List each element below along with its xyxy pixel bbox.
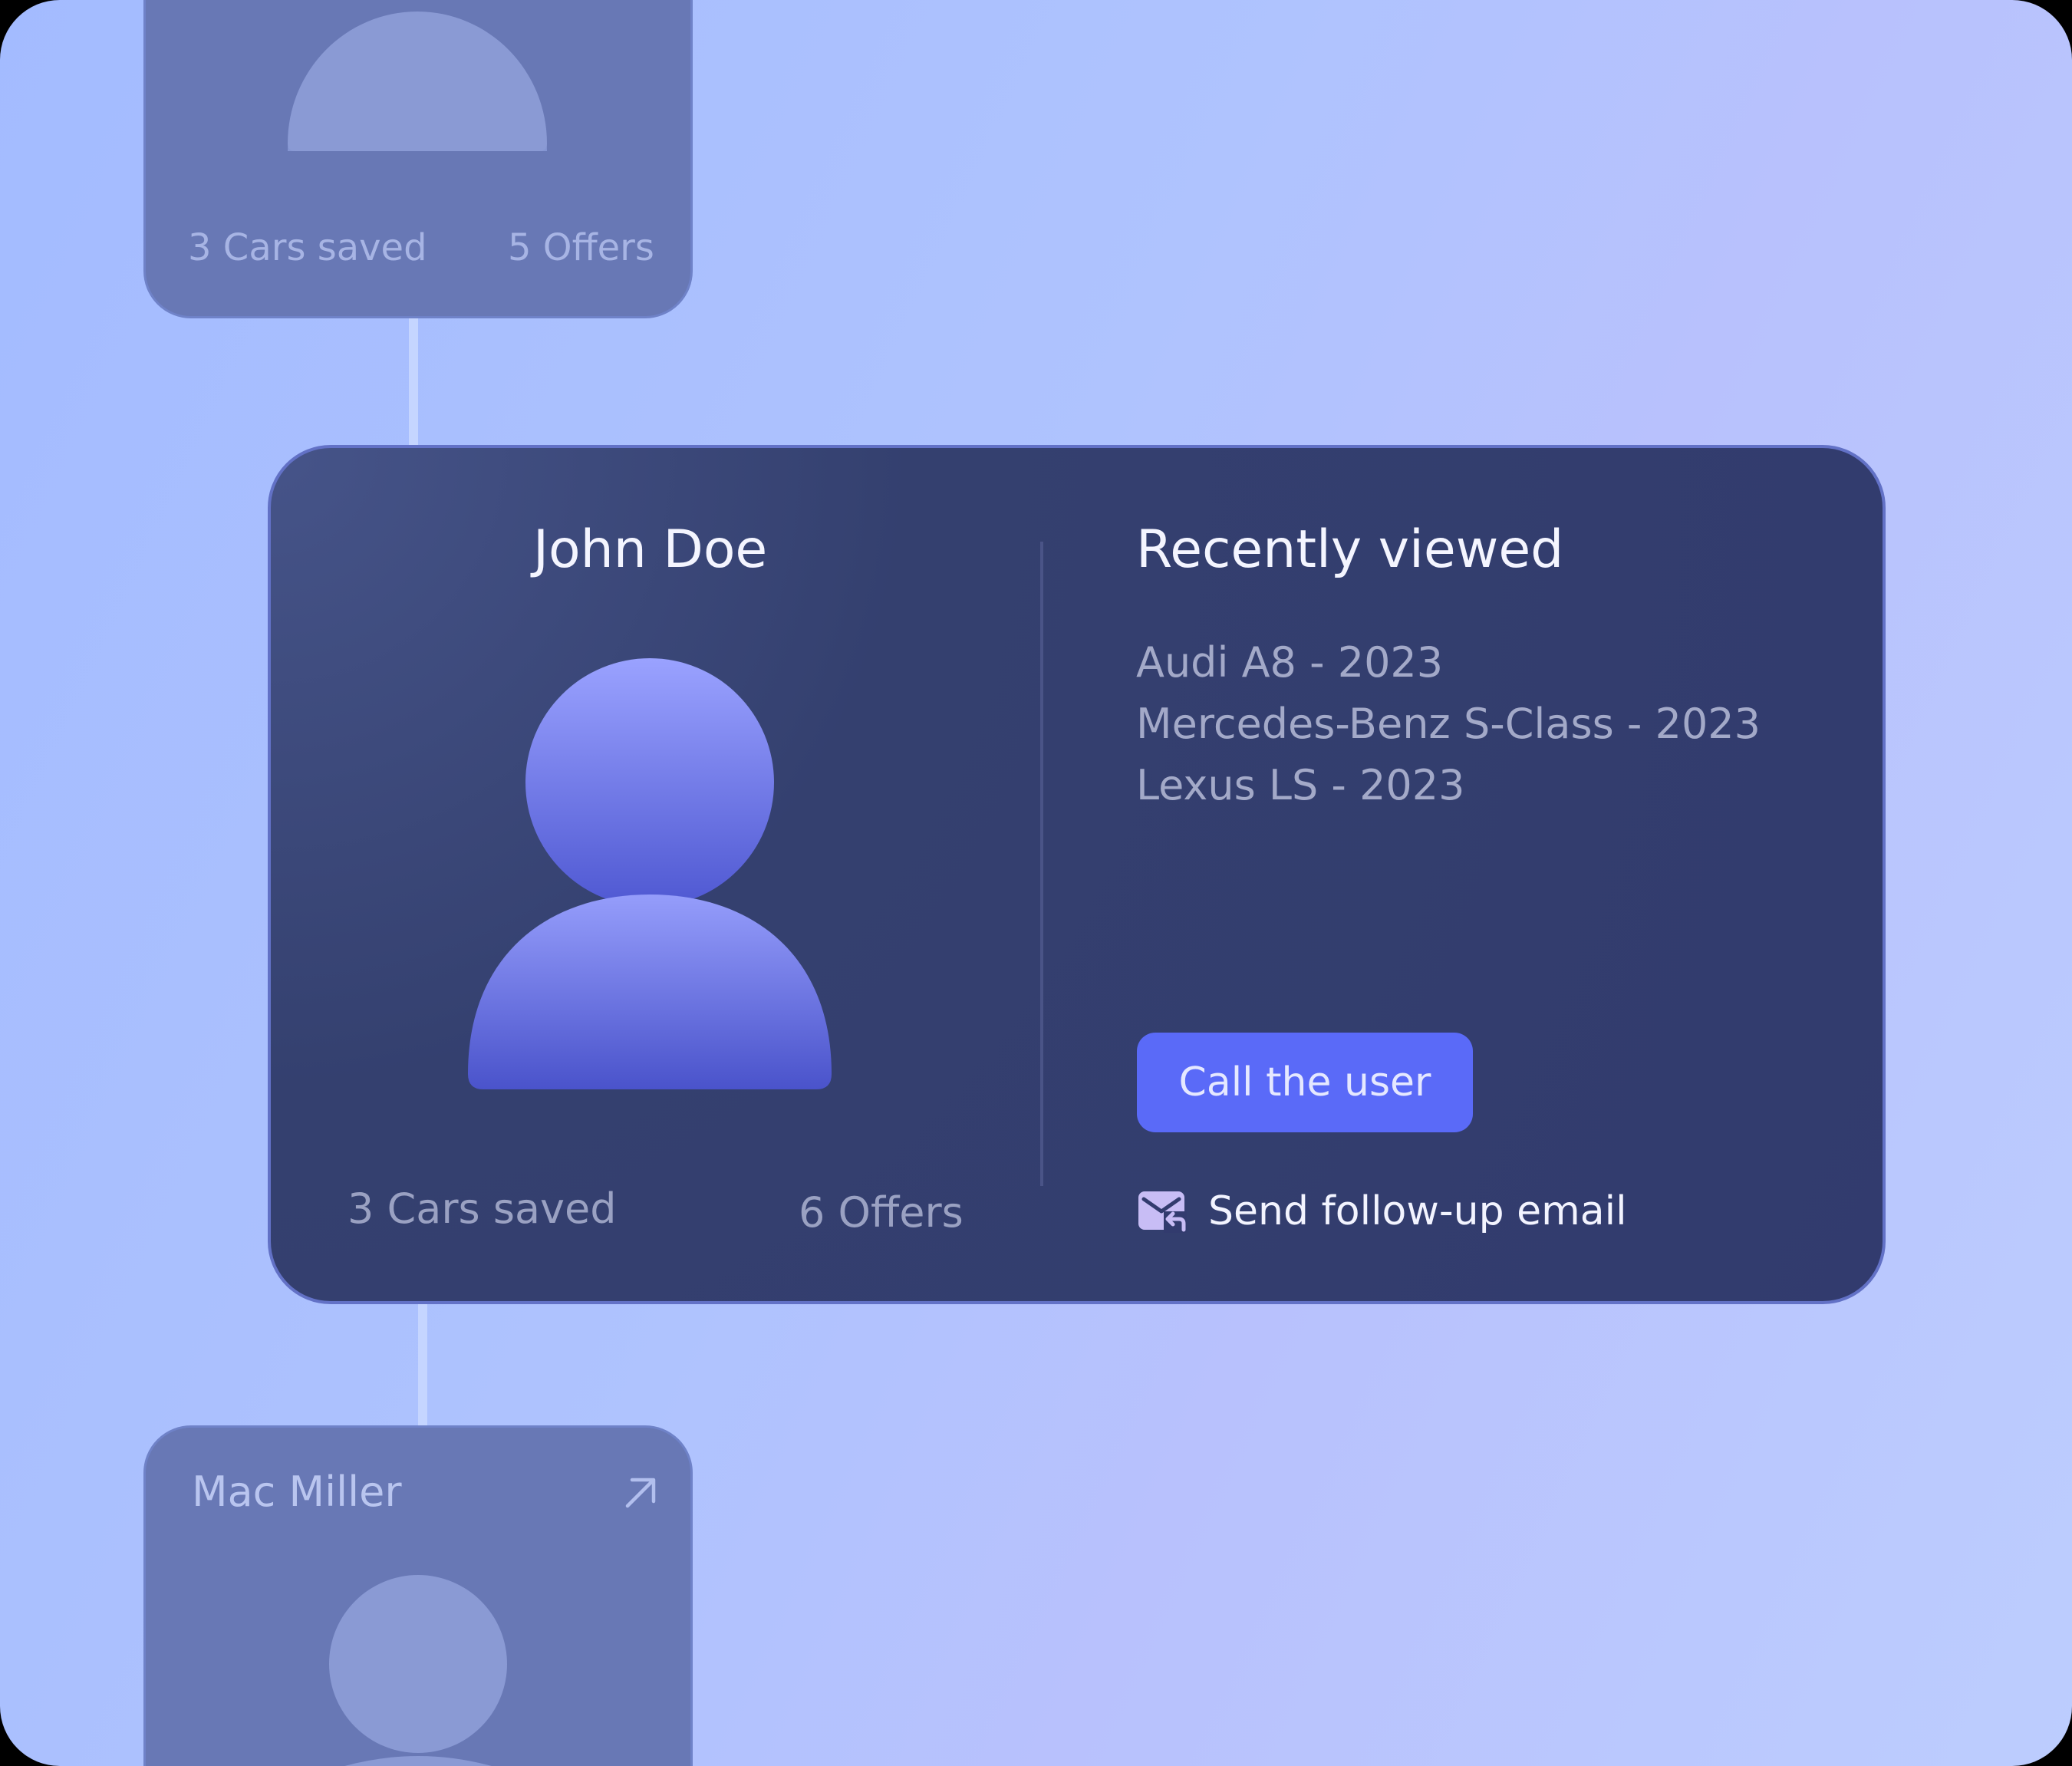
recently-viewed-item[interactable]: Audi A8 - 2023	[1136, 638, 1443, 687]
cars-saved-label: 3 Cars saved	[188, 226, 427, 269]
user-card-bottom[interactable]: Mac Miller	[143, 1425, 693, 1766]
avatar	[468, 658, 832, 1089]
user-detail-card: John Doe 3 Cars saved 6 Offers Recently …	[268, 445, 1886, 1304]
divider	[1040, 542, 1043, 1186]
cars-saved-label: 3 Cars saved	[348, 1184, 617, 1233]
connector-line-bottom	[418, 1303, 427, 1427]
recently-viewed-item[interactable]: Mercedes-Benz S-Class - 2023	[1136, 700, 1761, 748]
send-follow-up-email-button[interactable]: Send follow-up email	[1138, 1184, 1627, 1238]
recently-viewed-item[interactable]: Lexus LS - 2023	[1136, 761, 1465, 809]
avatar	[329, 1575, 507, 1766]
app-canvas: 3 Cars saved 5 Offers John Doe 3 Cars sa…	[0, 0, 2072, 1766]
offers-label: 6 Offers	[799, 1188, 964, 1237]
send-follow-up-email-label: Send follow-up email	[1208, 1188, 1627, 1234]
user-name: Mac Miller	[192, 1468, 402, 1516]
call-user-button[interactable]: Call the user	[1137, 1033, 1473, 1132]
connector-line-top	[409, 318, 418, 449]
user-name: John Doe	[533, 519, 768, 580]
user-card-top[interactable]: 3 Cars saved 5 Offers	[143, 0, 693, 318]
mail-reply-icon	[1138, 1191, 1187, 1233]
offers-label: 5 Offers	[508, 226, 654, 269]
arrow-up-right-icon[interactable]	[621, 1474, 660, 1512]
avatar	[288, 12, 547, 151]
recently-viewed-title: Recently viewed	[1136, 519, 1564, 580]
